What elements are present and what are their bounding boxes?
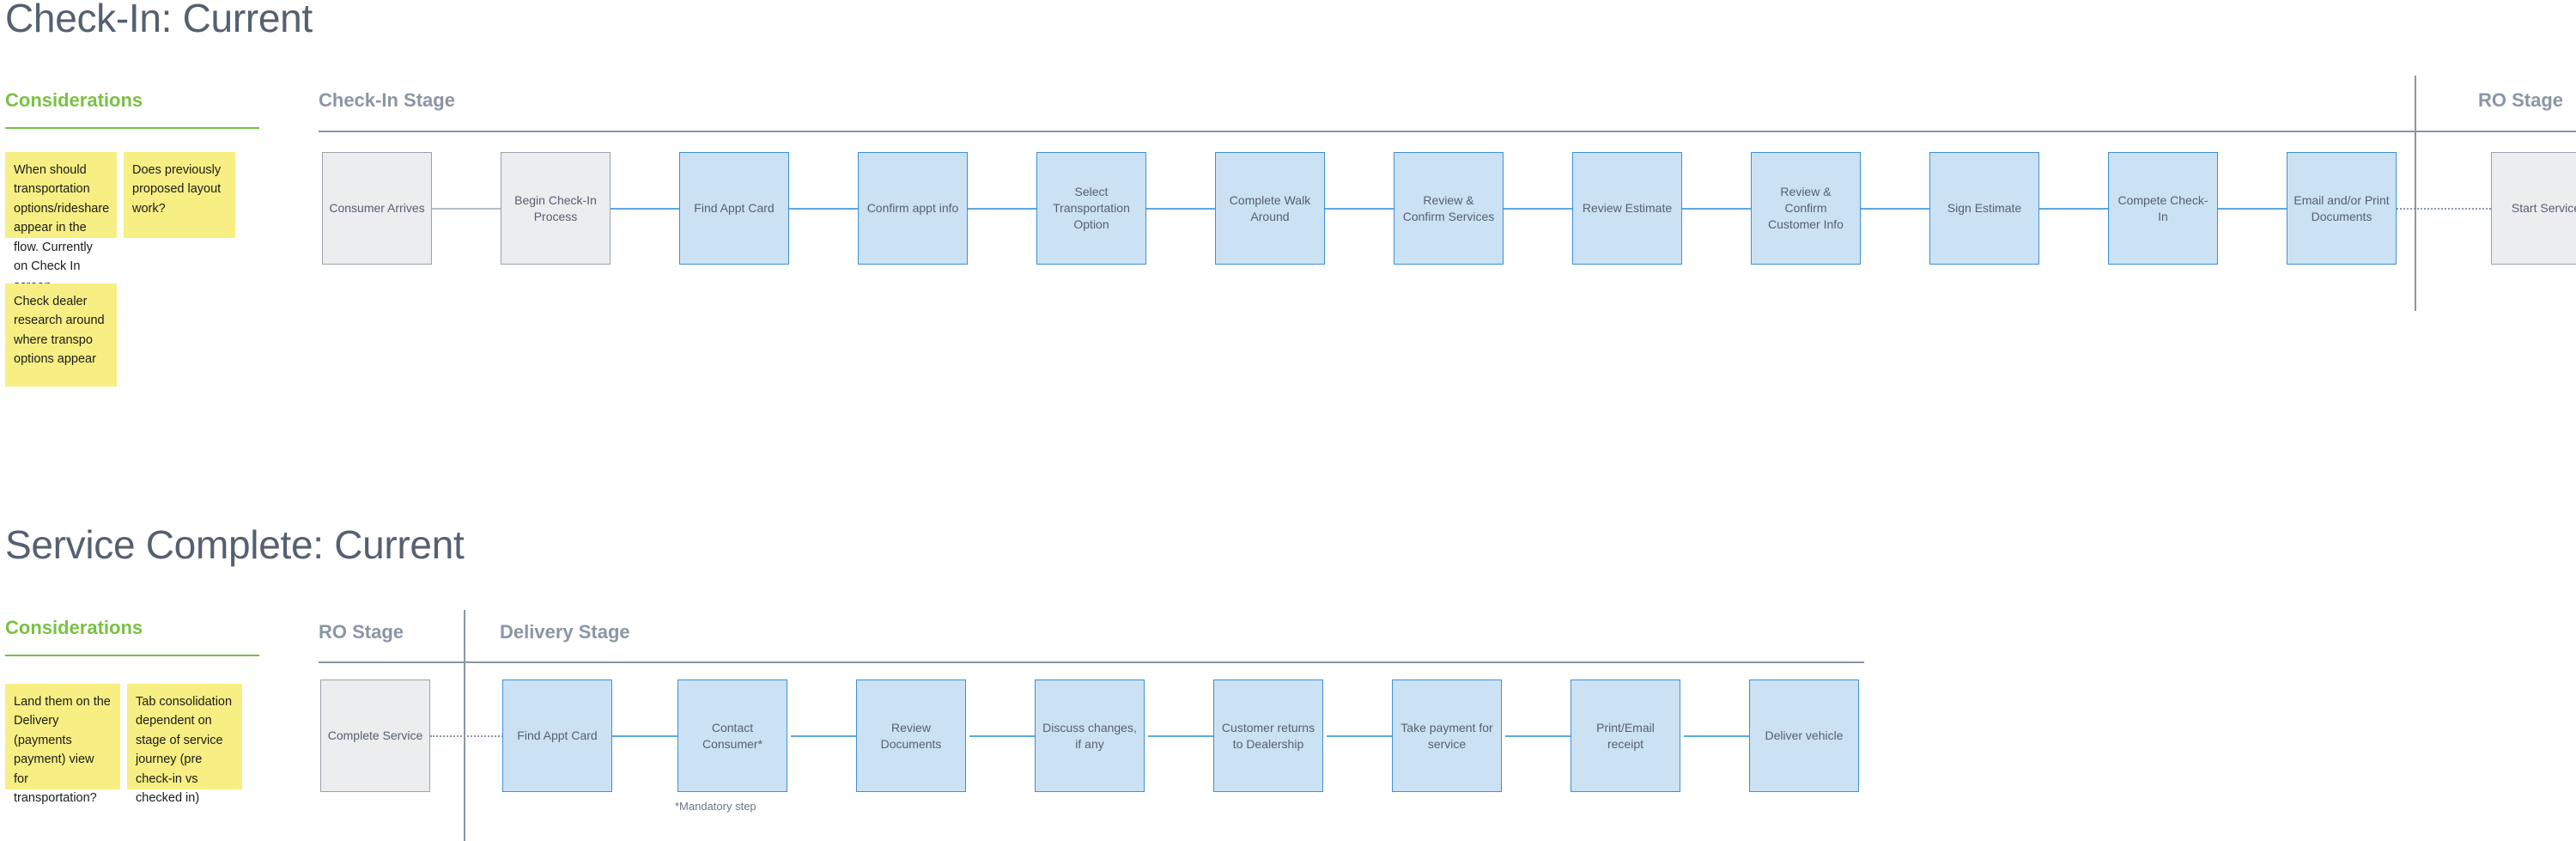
flow-node[interactable]: Take payment for service (1392, 680, 1502, 792)
connector (1504, 208, 1572, 210)
flow-node[interactable]: Print/Email receipt (1571, 680, 1680, 792)
connector (969, 735, 1035, 737)
flow-node[interactable]: Email and/or Print Documents (2287, 152, 2397, 265)
sticky-note: Tab consolidation dependent on stage of … (127, 684, 242, 805)
connector (968, 208, 1036, 210)
mandatory-step-footnote: *Mandatory step (675, 800, 756, 813)
considerations-heading-check-in: Considerations (5, 89, 143, 111)
connector (2218, 208, 2287, 210)
sticky-note: When should transportation options/rides… (5, 152, 117, 293)
connector (1682, 208, 1751, 210)
flow-node[interactable]: Complete Walk Around (1215, 152, 1325, 265)
connector (2039, 208, 2108, 210)
flow-node[interactable]: Review Documents (856, 680, 966, 792)
connector (1146, 208, 1215, 210)
flow-node[interactable]: Review & Confirm Customer Info (1751, 152, 1861, 265)
flow-node[interactable]: Compete Check-In (2108, 152, 2218, 265)
flow-node[interactable]: Customer returns to Dealership (1213, 680, 1323, 792)
flow-node[interactable]: Deliver vehicle (1749, 680, 1859, 792)
flow-node[interactable]: Consumer Arrives (322, 152, 432, 265)
considerations-rule-check-in (5, 127, 259, 129)
sticky-note: Check dealer research around where trans… (5, 283, 117, 387)
connector-dotted (2397, 208, 2491, 210)
flow-node[interactable]: Complete Service (320, 680, 430, 792)
stage-divider-check-in (2415, 76, 2416, 311)
stage-divider-service-complete (464, 610, 465, 841)
flow-node[interactable]: Start Service (2491, 152, 2576, 265)
stage-heading-check-in-stage: Check-In Stage (319, 89, 455, 111)
connector (432, 208, 501, 210)
stage-rule-check-in (319, 131, 2576, 132)
connector (1148, 735, 1213, 737)
diagram-canvas: Check-In: Current Considerations When sh… (0, 0, 2576, 841)
flow-node[interactable]: Begin Check-In Process (501, 152, 611, 265)
flow-node[interactable]: Select Transportation Option (1036, 152, 1146, 265)
considerations-rule-service-complete (5, 655, 259, 656)
connector (1325, 208, 1394, 210)
flow-node[interactable]: Confirm appt info (858, 152, 968, 265)
page-title-check-in: Check-In: Current (5, 0, 313, 40)
sticky-note: Land them on the Delivery (payments paym… (5, 684, 120, 805)
stage-heading-ro-stage: RO Stage (2478, 89, 2564, 111)
connector (789, 208, 858, 210)
stage-heading-delivery-stage: Delivery Stage (500, 621, 630, 643)
flow-node[interactable]: Sign Estimate (1929, 152, 2039, 265)
connector (1684, 735, 1749, 737)
connector (612, 735, 677, 737)
flow-node[interactable]: Contact Consumer* (677, 680, 787, 792)
sticky-note: Does previously proposed layout work? (124, 152, 235, 238)
connector (611, 208, 679, 210)
flow-node[interactable]: Find Appt Card (502, 680, 612, 792)
connector (1327, 735, 1392, 737)
page-title-service-complete: Service Complete: Current (5, 522, 465, 567)
flow-node[interactable]: Review Estimate (1572, 152, 1682, 265)
connector (1505, 735, 1571, 737)
connector (1861, 208, 1929, 210)
connector (791, 735, 856, 737)
stage-rule-service-complete (319, 661, 1864, 663)
flow-node[interactable]: Discuss changes, if any (1035, 680, 1145, 792)
flow-node[interactable]: Review & Confirm Services (1394, 152, 1504, 265)
stage-heading-ro-stage-2: RO Stage (319, 621, 404, 643)
considerations-heading-service-complete: Considerations (5, 617, 143, 638)
flow-node[interactable]: Find Appt Card (679, 152, 789, 265)
